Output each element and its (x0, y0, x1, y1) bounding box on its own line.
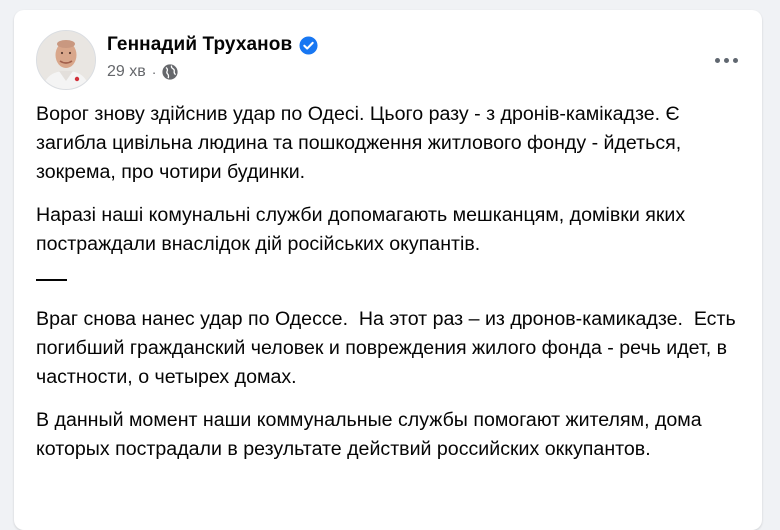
avatar[interactable] (36, 30, 96, 90)
post-meta: 29 хв · (107, 63, 179, 81)
post-timestamp[interactable]: 29 хв (107, 63, 146, 81)
separator-line (36, 279, 67, 281)
post-paragraph-ru-2: В данный момент наши коммунальные службы… (36, 408, 708, 460)
author-name[interactable]: Геннадий Труханов (107, 34, 292, 56)
author-row: Геннадий Труханов (107, 34, 318, 56)
meta-separator-dot: · (151, 64, 157, 80)
post-text: Ворог знову здійснив удар по Одесі. Цьог… (36, 100, 736, 478)
post-paragraph-uk-1: Ворог знову здійснив удар по Одесі. Цьог… (36, 103, 687, 183)
post-paragraph-ru-1: Враг снова нанес удар по Одессе. На этот… (36, 307, 742, 388)
avatar-portrait-icon (37, 31, 95, 89)
more-horizontal-icon (714, 57, 738, 63)
globe-icon[interactable] (162, 64, 179, 80)
more-options-button[interactable] (708, 42, 744, 78)
post-paragraph-uk-2: Наразі наші комунальні служби допомагают… (36, 204, 691, 255)
post-card: Геннадий Труханов 29 хв · Ворог знову зд… (14, 10, 762, 530)
verified-badge-icon (299, 35, 318, 55)
